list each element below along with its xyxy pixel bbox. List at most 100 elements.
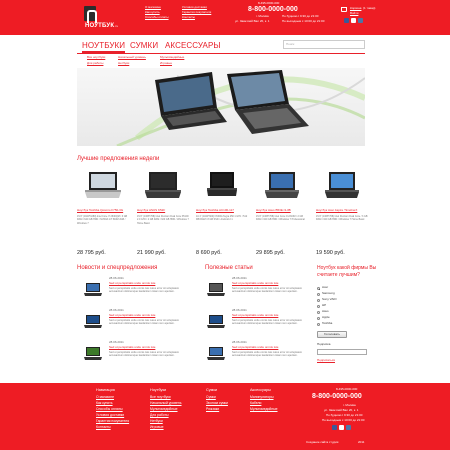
- search-placeholder: Поиск: [286, 42, 295, 46]
- footer-link[interactable]: Способы оплаты: [96, 407, 123, 411]
- vote-button[interactable]: Голосовать: [317, 331, 347, 338]
- cart-icon[interactable]: [341, 7, 347, 12]
- article-headline[interactable]: Sed ut perspiciatis unde omnis iste: [232, 345, 278, 350]
- news-headline[interactable]: Sed ut perspiciatis unde omnis iste: [109, 281, 155, 286]
- footer-phone-small: 8-495-0000-000: [336, 387, 358, 391]
- vk-icon[interactable]: [358, 18, 363, 23]
- footer-link[interactable]: Условия доставки: [96, 413, 124, 417]
- twitter-icon[interactable]: [351, 18, 356, 23]
- header-link-payment[interactable]: Способы оплаты: [145, 15, 169, 20]
- header-link-contacts[interactable]: Контакты: [182, 15, 195, 20]
- product-name[interactable]: Ноутбук Asus B53E i3-3B: [256, 209, 308, 213]
- poll-option[interactable]: Sony VAIO: [322, 297, 337, 302]
- article-excerpt: Sed ut perspiciatis unde omnis iste natu…: [232, 287, 303, 294]
- footer-link[interactable]: Гарантия покупателя: [96, 419, 129, 423]
- logo[interactable]: НОУТБУК.ru: [84, 4, 130, 30]
- poll-radio[interactable]: [317, 293, 320, 296]
- subnav-for-work[interactable]: Для работы: [87, 61, 103, 66]
- facebook-icon[interactable]: [344, 18, 349, 23]
- news-title: Новости и спецпредложения: [77, 265, 158, 271]
- footer-link[interactable]: Сумки: [206, 395, 216, 399]
- search-input[interactable]: Поиск: [283, 40, 365, 49]
- logo-mark-icon: [84, 6, 97, 23]
- poll-option[interactable]: Samsung: [322, 291, 335, 296]
- footer-link[interactable]: Рюкзаки: [206, 407, 219, 411]
- footer-link[interactable]: Начальный уровень: [150, 401, 182, 405]
- footer-link[interactable]: Игровые: [150, 425, 164, 429]
- poll-option[interactable]: Toshiba: [322, 321, 332, 326]
- poll-radio[interactable]: [317, 323, 320, 326]
- article-thumb-image: [207, 315, 225, 328]
- news-headline[interactable]: Sed ut perspiciatis unde omnis iste: [109, 313, 155, 318]
- subnav-all-laptops[interactable]: Все ноутбуки: [87, 55, 105, 60]
- news-headline[interactable]: Sed ut perspiciatis unde omnis iste: [109, 345, 155, 350]
- article-item[interactable]: 28.06.2011 Sed ut perspiciatis unde omni…: [205, 340, 320, 369]
- news-item[interactable]: 28.06.2011 Sed ut perspiciatis unde omni…: [82, 340, 197, 369]
- subnav-netbooks[interactable]: Нетбуки: [118, 61, 129, 66]
- product-price: 19 590 руб.: [316, 250, 345, 256]
- article-item[interactable]: 28.06.2011 Sed ut perspiciatis unde omni…: [205, 308, 320, 337]
- article-headline[interactable]: Sed ut perspiciatis unde omnis iste: [232, 313, 278, 318]
- product-name[interactable]: Ноутбук Toshiba Qosmio F750-3G: [77, 209, 129, 213]
- product-name[interactable]: Ноутбук Toshiba AC100-117: [196, 209, 248, 213]
- vk-icon[interactable]: [346, 425, 351, 430]
- subnav-entry-level[interactable]: Начальный уровень: [118, 55, 146, 60]
- footer-col-title: Аксессуары: [250, 388, 271, 392]
- site-header: НОУТБУК.ru О магазине Как купить Способы…: [0, 0, 450, 35]
- poll-option[interactable]: Apple: [322, 315, 330, 320]
- poll-radio[interactable]: [317, 317, 320, 320]
- footer-link[interactable]: Мультимедийные: [250, 407, 278, 411]
- poll-option[interactable]: Asus: [322, 309, 329, 314]
- laptop-image: [85, 172, 121, 198]
- news-excerpt: Sed ut perspiciatis unde omnis iste natu…: [109, 351, 180, 358]
- nav-accessories[interactable]: АКСЕССУАРЫ: [165, 41, 221, 51]
- login-link[interactable]: Войти: [350, 11, 358, 16]
- nav-laptops[interactable]: НОУТБУКИ: [82, 41, 126, 53]
- nav-bags[interactable]: СУМКИ: [130, 41, 158, 51]
- product-card[interactable]: Ноутбук Toshiba AC100-117 10.1" (1024*60…: [196, 168, 248, 258]
- poll-radio[interactable]: [317, 311, 320, 314]
- laptop-image: [145, 172, 181, 198]
- footer-link[interactable]: Как купить: [96, 401, 113, 405]
- news-item[interactable]: 28.06.2011 Sed ut perspiciatis unde omni…: [82, 276, 197, 305]
- footer-link[interactable]: О магазине: [96, 395, 114, 399]
- footer-link[interactable]: Манипуляторы: [250, 395, 274, 399]
- article-item[interactable]: 28.06.2011 Sed ut perspiciatis unde omni…: [205, 276, 320, 305]
- product-desc: 15.6" (1366*768) Intel Core i3 2310M / 2…: [256, 215, 305, 222]
- footer-link[interactable]: Контакты: [96, 425, 111, 429]
- article-headline[interactable]: Sed ut perspiciatis unde omnis iste: [232, 281, 278, 286]
- subnav-gaming[interactable]: Игровые: [160, 61, 172, 66]
- footer-link[interactable]: Нетбуки: [150, 419, 163, 423]
- subnav-multimedia[interactable]: Мультимедийные: [160, 55, 184, 60]
- promo-banner[interactable]: [77, 68, 365, 146]
- poll-radio[interactable]: [317, 305, 320, 308]
- poll-radio[interactable]: [317, 287, 320, 290]
- poll-option[interactable]: Acer: [322, 285, 328, 290]
- footer-credits[interactable]: Создание сайта студия: [306, 440, 338, 445]
- subscribe-email-input[interactable]: [317, 349, 367, 355]
- logo-text: НОУТБУК.ru: [85, 23, 119, 29]
- product-card[interactable]: Ноутбук Acer Aspire TimelineX 15.6" (136…: [316, 168, 368, 258]
- footer-phone-big: 8-800-0000-000: [312, 393, 362, 400]
- footer-link[interactable]: Все ноутбуки: [150, 395, 171, 399]
- product-name[interactable]: Ноутбук ASUS K52F: [137, 209, 189, 213]
- footer-col-title: Навигация: [96, 388, 115, 392]
- article-thumb-image: [207, 347, 225, 360]
- footer-link[interactable]: Мультимедийные: [150, 407, 178, 411]
- laptop-image: [207, 172, 237, 196]
- article-excerpt: Sed ut perspiciatis unde omnis iste natu…: [232, 319, 303, 326]
- facebook-icon[interactable]: [332, 425, 337, 430]
- poll-option[interactable]: HP: [322, 303, 326, 308]
- news-excerpt: Sed ut perspiciatis unde omnis iste natu…: [109, 319, 180, 326]
- poll-radio[interactable]: [317, 299, 320, 302]
- subscribe-link[interactable]: Подписаться: [317, 358, 335, 363]
- news-item[interactable]: 28.06.2011 Sed ut perspiciatis unde omni…: [82, 308, 197, 337]
- footer-link[interactable]: Для работы: [150, 413, 169, 417]
- footer-link[interactable]: Эконом сумки: [206, 401, 228, 405]
- product-name[interactable]: Ноутбук Acer Aspire TimelineX: [316, 209, 368, 213]
- product-card[interactable]: Ноутбук ASUS K52F 15.6" (1366*768) Intel…: [137, 168, 189, 258]
- product-card[interactable]: Ноутбук Asus B53E i3-3B 15.6" (1366*768)…: [256, 168, 308, 258]
- product-card[interactable]: Ноутбук Toshiba Qosmio F750-3G 15.6" (19…: [77, 168, 129, 258]
- twitter-icon[interactable]: [339, 425, 344, 430]
- footer-link[interactable]: Кабели: [250, 401, 261, 405]
